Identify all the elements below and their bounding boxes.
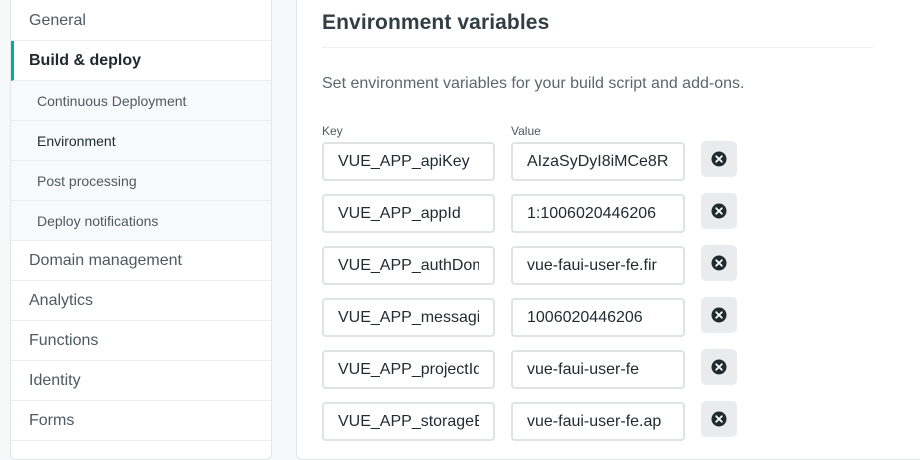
env-var-value-input[interactable]	[511, 350, 685, 389]
sidebar-subitem-post-processing[interactable]: Post processing	[11, 161, 271, 201]
sidebar-subitem-deploy-notifications[interactable]: Deploy notifications	[11, 201, 271, 241]
env-var-key-input[interactable]	[322, 350, 495, 389]
section-description: Set environment variables for your build…	[322, 75, 745, 92]
env-var-value-input[interactable]	[511, 142, 685, 181]
sidebar-item-analytics[interactable]: Analytics	[11, 281, 271, 321]
env-var-key-input[interactable]	[322, 402, 495, 441]
close-circle-icon	[711, 255, 727, 271]
remove-variable-button[interactable]	[701, 193, 737, 229]
environment-variables-panel: Environment variables Set environment va…	[296, 0, 920, 460]
remove-variable-button[interactable]	[701, 141, 737, 177]
sidebar-subitem-environment[interactable]: Environment	[11, 121, 271, 161]
sidebar-item-functions[interactable]: Functions	[11, 321, 271, 361]
key-column-label: Key	[322, 124, 343, 138]
close-circle-icon	[711, 359, 727, 375]
close-circle-icon	[711, 307, 727, 323]
sidebar-item-domain-management[interactable]: Domain management	[11, 241, 271, 281]
sidebar-item-forms[interactable]: Forms	[11, 401, 271, 441]
env-var-value-input[interactable]	[511, 246, 685, 285]
env-var-value-input[interactable]	[511, 402, 685, 441]
env-var-value-input[interactable]	[511, 298, 685, 337]
close-circle-icon	[711, 411, 727, 427]
env-var-key-input[interactable]	[322, 246, 495, 285]
env-var-key-input[interactable]	[322, 194, 495, 233]
remove-variable-button[interactable]	[701, 297, 737, 333]
value-column-label: Value	[511, 124, 541, 138]
close-circle-icon	[711, 151, 727, 167]
section-title: Environment variables	[322, 11, 550, 34]
title-divider	[322, 47, 873, 48]
remove-variable-button[interactable]	[701, 245, 737, 281]
remove-variable-button[interactable]	[701, 349, 737, 385]
sidebar-item-general[interactable]: General	[11, 1, 271, 41]
sidebar-item-build-deploy[interactable]: Build & deploy	[11, 41, 271, 81]
env-var-key-input[interactable]	[322, 142, 495, 181]
settings-sidebar: General Build & deploy Continuous Deploy…	[10, 0, 272, 460]
remove-variable-button[interactable]	[701, 401, 737, 437]
sidebar-subitem-continuous-deployment[interactable]: Continuous Deployment	[11, 81, 271, 121]
sidebar-item-identity[interactable]: Identity	[11, 361, 271, 401]
env-var-key-input[interactable]	[322, 298, 495, 337]
env-var-value-input[interactable]	[511, 194, 685, 233]
close-circle-icon	[711, 203, 727, 219]
